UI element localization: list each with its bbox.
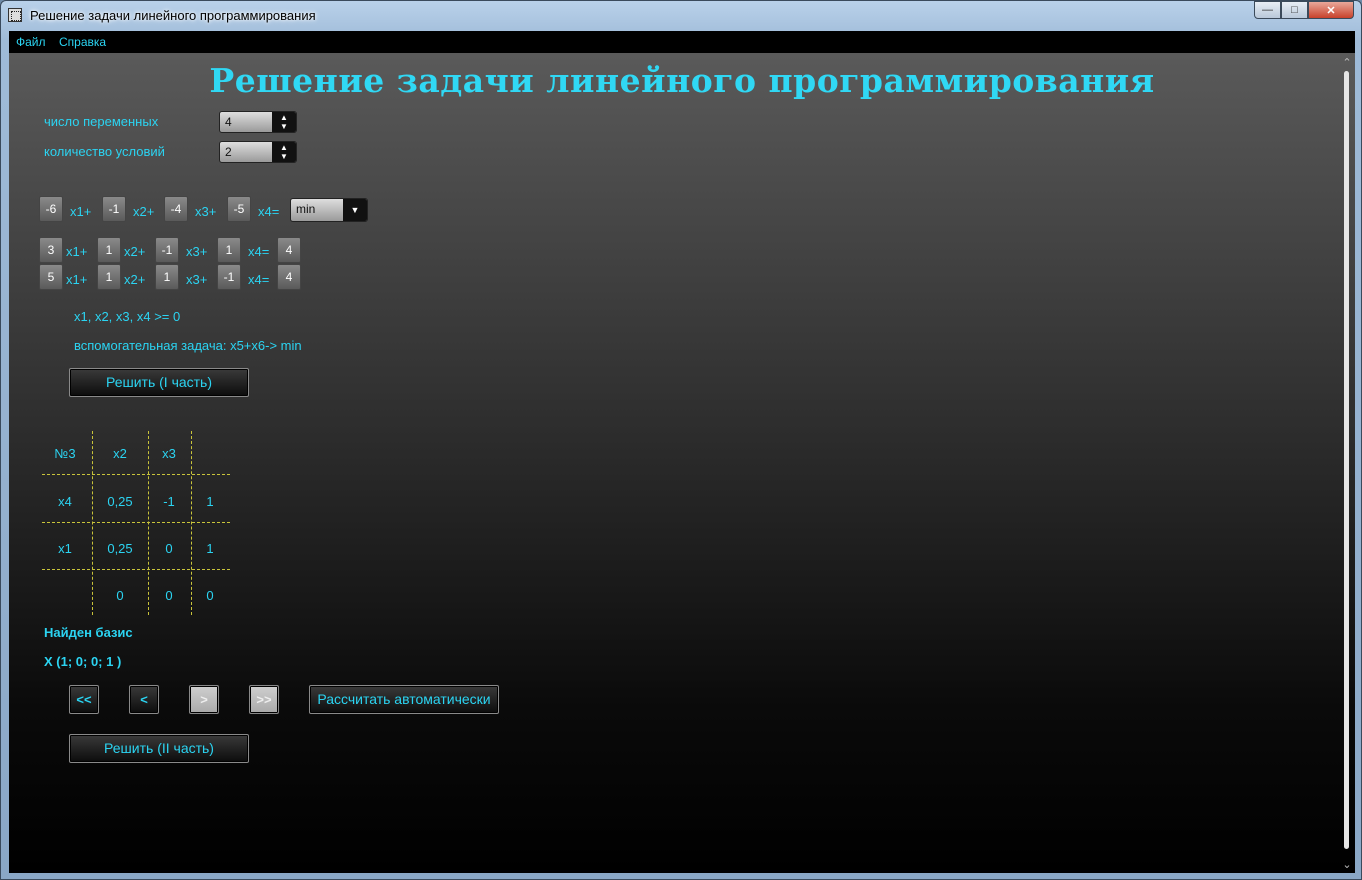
spin-arrows-icon[interactable]: ▲ ▼: [272, 112, 296, 132]
table-cell: 0,25: [107, 541, 133, 556]
constraint-var-label: x4=: [248, 244, 270, 259]
page-title: Решение задачи линейного программировани…: [209, 61, 1155, 100]
chevron-down-icon[interactable]: ▼: [343, 199, 367, 221]
objective-var-label: x1+: [70, 204, 92, 219]
chevron-down-icon[interactable]: ⌄: [1341, 859, 1353, 871]
constraint-coef[interactable]: 1: [155, 264, 179, 290]
vars-count-value: 4: [225, 115, 232, 129]
close-button[interactable]: ✕: [1308, 1, 1354, 19]
constraint-coef[interactable]: -1: [217, 264, 241, 290]
table-cell: x1: [58, 541, 72, 556]
constraint-rhs[interactable]: 4: [277, 237, 301, 263]
aux-problem-text: вспомогательная задача: x5+x6-> min: [74, 338, 302, 353]
last-step-button[interactable]: >>: [249, 685, 279, 714]
menu-help[interactable]: Справка: [59, 35, 106, 49]
prev-step-button[interactable]: <: [129, 685, 159, 714]
constraint-coef[interactable]: 1: [97, 237, 121, 263]
nonneg-condition: x1, x2, x3, x4 >= 0: [74, 309, 181, 324]
menu-file[interactable]: Файл: [16, 35, 46, 49]
goal-select-value: min: [296, 202, 316, 216]
table-cell: 1: [206, 541, 214, 556]
constraint-coef[interactable]: 5: [39, 264, 63, 290]
spin-arrows-icon[interactable]: ▲ ▼: [272, 142, 296, 162]
cond-count-label: количество условий: [44, 144, 165, 159]
table-header-cell: №3: [54, 446, 76, 461]
objective-coef[interactable]: -1: [102, 196, 126, 222]
solve-part2-button[interactable]: Решить (II часть): [69, 734, 249, 763]
objective-coef[interactable]: -5: [227, 196, 251, 222]
maximize-button[interactable]: □: [1281, 1, 1308, 19]
cond-count-value: 2: [225, 145, 232, 159]
table-divider: [42, 569, 230, 570]
table-cell: 1: [206, 494, 214, 509]
objective-var-label: x3+: [195, 204, 217, 219]
objective-coef[interactable]: -4: [164, 196, 188, 222]
scroll-thumb[interactable]: [1344, 71, 1349, 849]
cond-count-stepper[interactable]: 2 ▲ ▼: [219, 141, 297, 163]
next-step-button[interactable]: >: [189, 685, 219, 714]
objective-var-label: x4=: [258, 204, 280, 219]
table-cell: 0,25: [107, 494, 133, 509]
goal-select[interactable]: min ▼: [290, 198, 368, 222]
objective-coef[interactable]: -6: [39, 196, 63, 222]
constraint-var-label: x2+: [124, 272, 146, 287]
solve-part1-button[interactable]: Решить (I часть): [69, 368, 249, 397]
table-divider: [92, 431, 93, 615]
vars-count-label: число переменных: [44, 114, 159, 129]
table-cell: 0: [206, 588, 214, 603]
table-cell: 0: [116, 588, 124, 603]
minimize-button[interactable]: —: [1254, 1, 1281, 19]
table-header-cell: x2: [113, 446, 127, 461]
result-vector: X (1; 0; 0; 1 ): [44, 654, 122, 669]
window-title: Решение задачи линейного программировани…: [30, 8, 316, 23]
vertical-scrollbar[interactable]: ⌃ ⌄: [1339, 53, 1355, 873]
auto-calc-button[interactable]: Рассчитать автоматически: [309, 685, 499, 714]
first-step-button[interactable]: <<: [69, 685, 99, 714]
constraint-var-label: x1+: [66, 272, 88, 287]
constraint-coef[interactable]: -1: [155, 237, 179, 263]
constraint-var-label: x4=: [248, 272, 270, 287]
table-divider: [42, 474, 230, 475]
constraint-coef[interactable]: 1: [97, 264, 121, 290]
table-cell: 0: [165, 588, 173, 603]
vars-count-stepper[interactable]: 4 ▲ ▼: [219, 111, 297, 133]
menu-bar: Файл Справка: [9, 31, 1355, 53]
constraint-var-label: x3+: [186, 272, 208, 287]
objective-var-label: x2+: [133, 204, 155, 219]
window-controls: — □ ✕: [1254, 1, 1354, 20]
constraint-rhs[interactable]: 4: [277, 264, 301, 290]
app-window: Решение задачи линейного программировани…: [0, 0, 1362, 880]
result-status: Найден базис: [44, 625, 133, 640]
constraint-var-label: x1+: [66, 244, 88, 259]
title-bar[interactable]: Решение задачи линейного программировани…: [1, 1, 1361, 31]
table-cell: -1: [163, 494, 175, 509]
table-cell: 0: [165, 541, 173, 556]
table-divider: [42, 522, 230, 523]
chevron-up-icon[interactable]: ⌃: [1341, 57, 1353, 69]
app-icon[interactable]: [8, 8, 22, 22]
constraint-coef[interactable]: 3: [39, 237, 63, 263]
constraint-var-label: x3+: [186, 244, 208, 259]
table-header-cell: x3: [162, 446, 176, 461]
main-content: Решение задачи линейного программировани…: [9, 53, 1355, 873]
constraint-coef[interactable]: 1: [217, 237, 241, 263]
table-cell: x4: [58, 494, 72, 509]
constraint-var-label: x2+: [124, 244, 146, 259]
